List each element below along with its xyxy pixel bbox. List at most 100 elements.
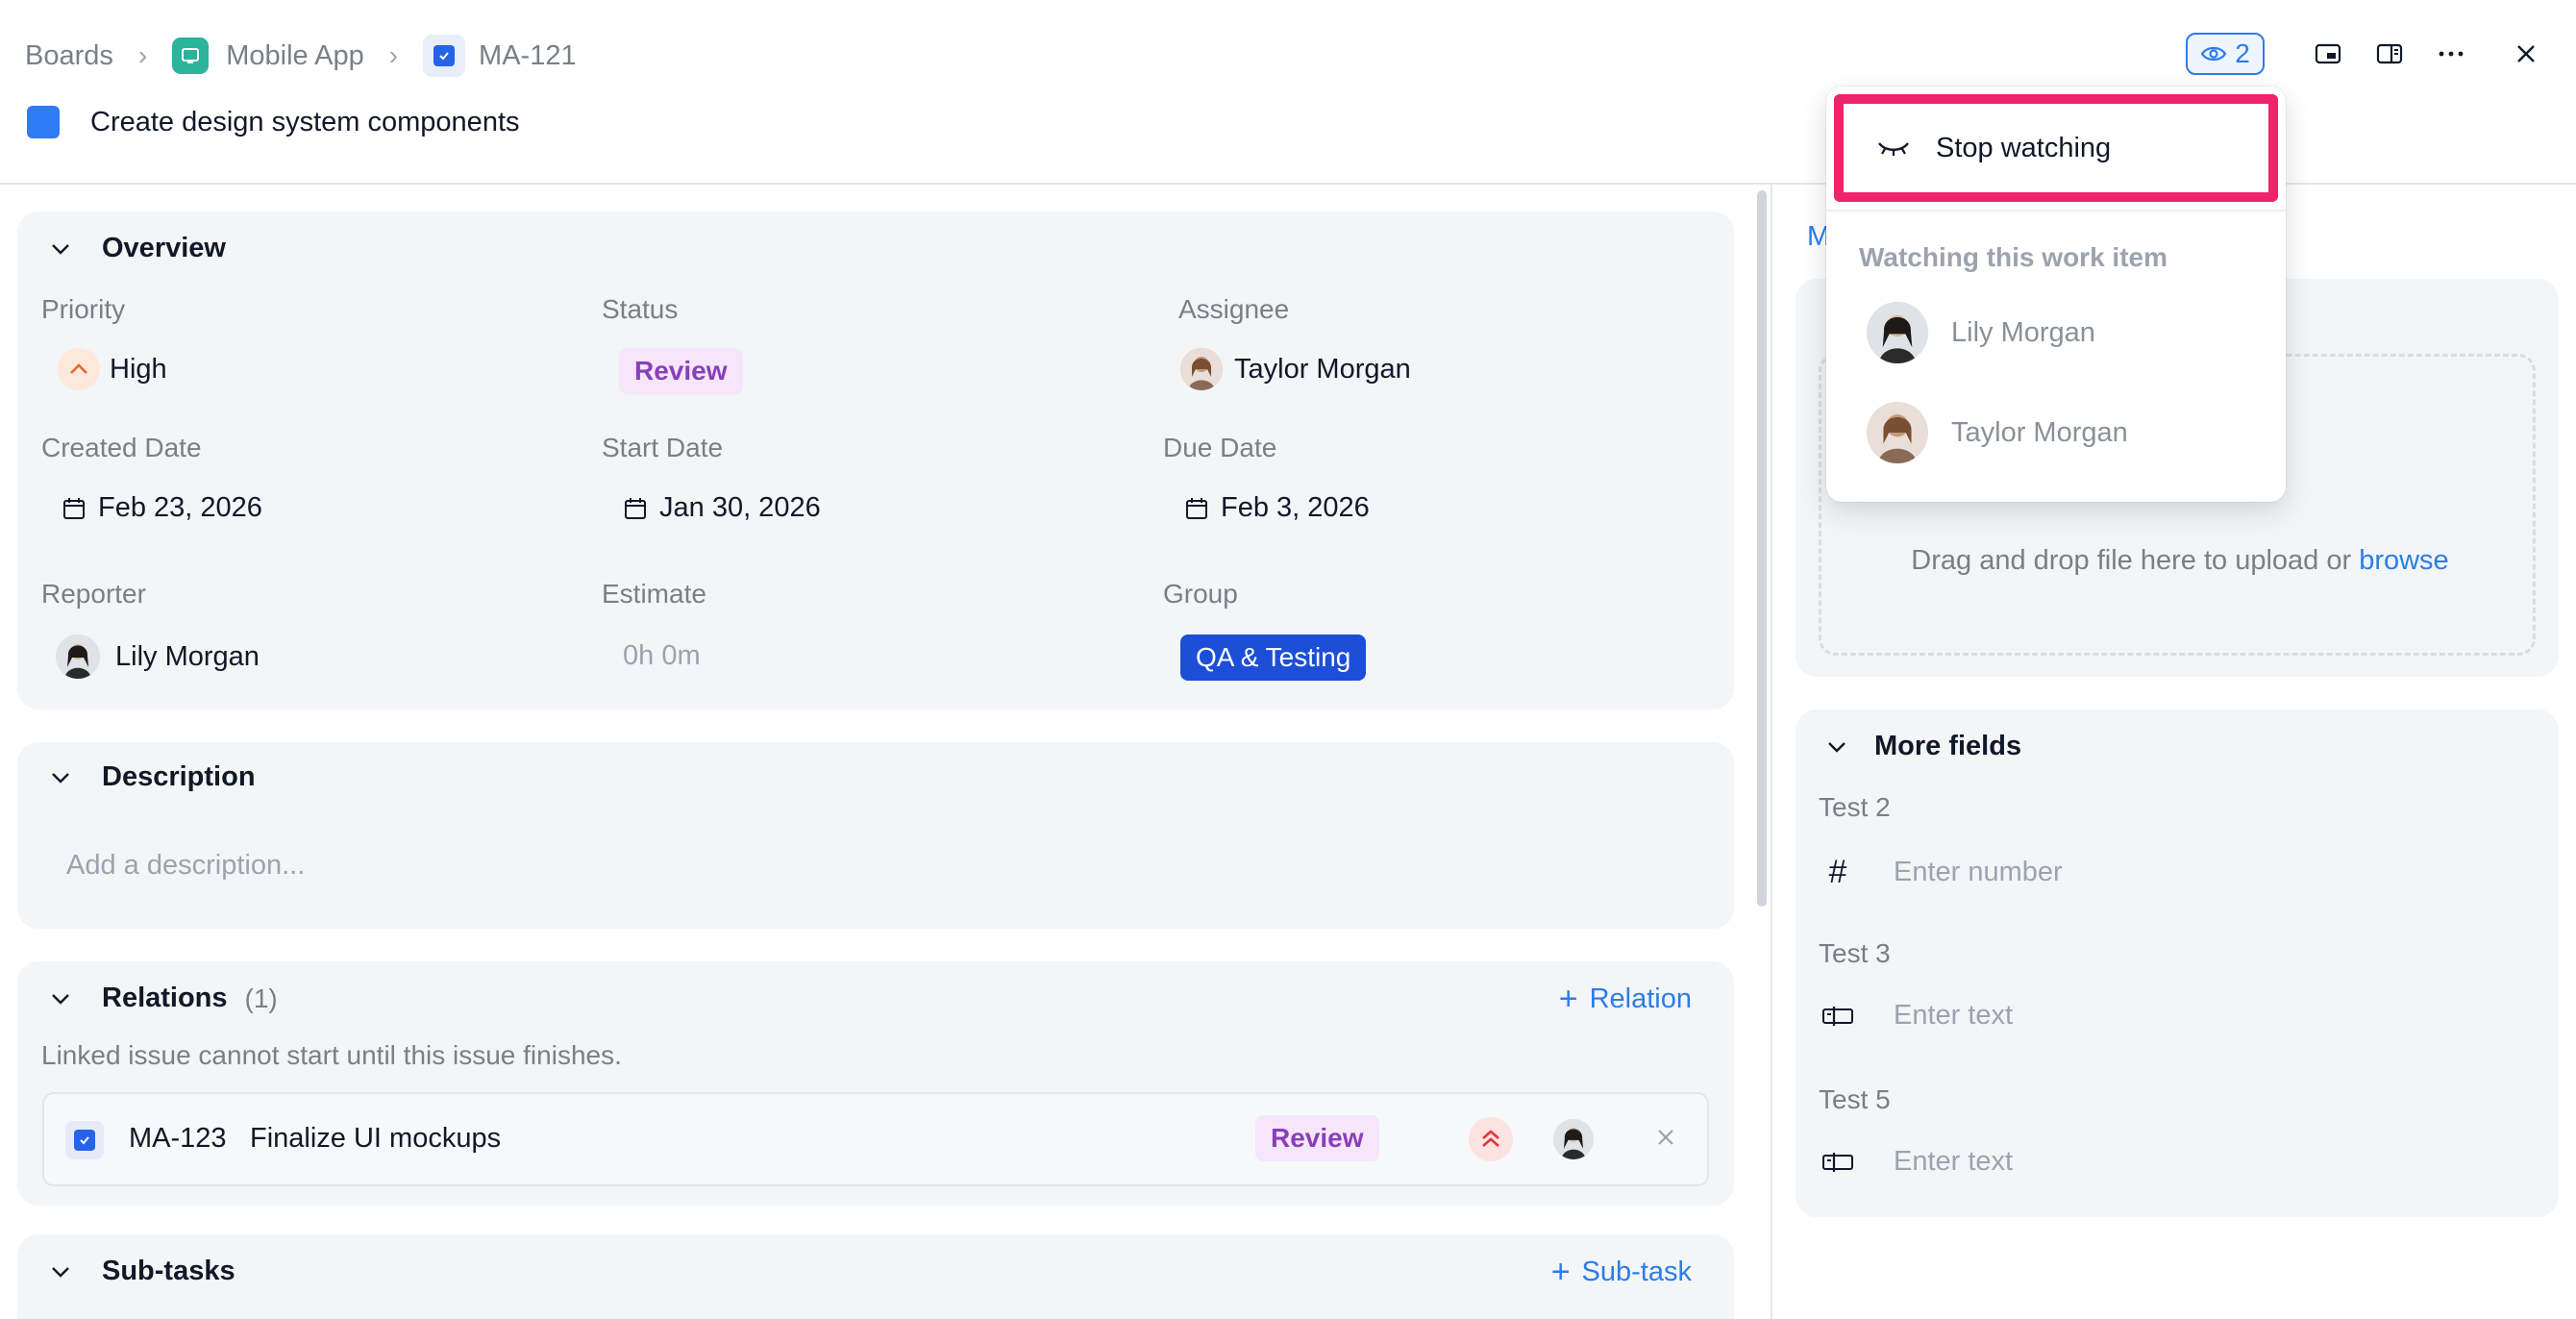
priority-urgent-icon[interactable]: [1469, 1117, 1513, 1161]
calendar-icon: [1186, 497, 1207, 519]
description-card: Description Add a description...: [17, 742, 1734, 929]
more-fields-card: More fields Test 2 # Enter number Test 3…: [1796, 709, 2559, 1217]
text-input[interactable]: Enter text: [1894, 1146, 2013, 1178]
eye-icon: [2200, 46, 2227, 62]
number-input[interactable]: Enter number: [1894, 857, 2063, 888]
created-date-value: Feb 23, 2026: [98, 492, 262, 523]
avatar: [1180, 348, 1223, 390]
project-app-icon: [172, 37, 210, 74]
description-input[interactable]: Add a description...: [66, 850, 305, 882]
created-date-label: Created Date: [41, 433, 202, 462]
overview-header[interactable]: Overview: [48, 233, 226, 264]
due-date-value: Feb 3, 2026: [1221, 492, 1370, 523]
avatar[interactable]: [1553, 1119, 1594, 1159]
task-title[interactable]: Create design system components: [90, 107, 520, 138]
start-date-field[interactable]: Jan 30, 2026: [623, 492, 821, 524]
watchers-count: 2: [2235, 38, 2250, 68]
text-field-icon: [1819, 1006, 1857, 1027]
overview-card: Overview Priority High Status Review Ass…: [17, 212, 1734, 709]
task-type-icon: [27, 106, 60, 138]
start-date-value: Jan 30, 2026: [659, 492, 821, 523]
chevron-down-icon: [1824, 734, 1849, 759]
plus-icon: +: [1550, 1254, 1571, 1290]
watchers-button[interactable]: 2: [2186, 33, 2265, 75]
group-badge: QA & Testing: [1180, 635, 1367, 681]
chevron-down-icon: [48, 236, 73, 261]
more-fields-header[interactable]: More fields: [1824, 731, 2021, 762]
reporter-value: Lily Morgan: [115, 640, 260, 672]
status-label: Status: [602, 294, 679, 324]
breadcrumb-project[interactable]: Mobile App: [172, 37, 364, 74]
text-field[interactable]: Enter text: [1819, 1000, 2013, 1032]
subtasks-title: Sub-tasks: [102, 1256, 235, 1286]
remove-relation-icon[interactable]: [1655, 1127, 1676, 1153]
browse-link[interactable]: browse: [2359, 545, 2449, 576]
breadcrumb-boards[interactable]: Boards: [25, 40, 113, 72]
header-actions: 2: [2186, 33, 2547, 75]
text-field-icon: [1819, 1152, 1857, 1173]
overview-title: Overview: [102, 233, 226, 263]
description-title: Description: [102, 761, 256, 792]
task-checkbox-icon: [423, 35, 466, 77]
start-date-label: Start Date: [602, 433, 724, 462]
group-field[interactable]: QA & Testing: [1180, 635, 1367, 681]
picture-in-picture-icon[interactable]: [2307, 33, 2349, 75]
reporter-label: Reporter: [41, 579, 146, 609]
add-relation-button[interactable]: + Relation: [1559, 983, 1692, 1015]
add-subtask-label: Sub-task: [1581, 1256, 1692, 1287]
chevron-down-icon: [48, 986, 73, 1011]
assignee-field[interactable]: Taylor Morgan: [1180, 348, 1411, 390]
avatar: [1867, 302, 1928, 363]
created-date-field[interactable]: Feb 23, 2026: [62, 492, 262, 524]
relations-title: Relations: [102, 983, 228, 1013]
stop-watching-button[interactable]: Stop watching: [1834, 94, 2278, 202]
text-field[interactable]: Enter text: [1819, 1146, 2013, 1178]
reporter-field[interactable]: Lily Morgan: [56, 635, 260, 679]
breadcrumb-separator-icon: ›: [137, 40, 148, 70]
due-date-field[interactable]: Feb 3, 2026: [1184, 492, 1370, 524]
estimate-field[interactable]: 0h 0m: [623, 640, 701, 672]
group-label: Group: [1163, 579, 1238, 609]
avatar: [56, 635, 100, 679]
priority-high-icon: [58, 348, 100, 390]
relations-header[interactable]: Relations (1): [48, 983, 278, 1014]
dropdown-divider: [1826, 210, 2286, 212]
watchers-dropdown: Stop watching Watching this work item Li…: [1826, 87, 2286, 502]
relation-item-title[interactable]: Finalize UI mockups: [250, 1123, 501, 1155]
breadcrumb-item-label: MA-121: [479, 39, 577, 71]
stop-watching-label: Stop watching: [1936, 132, 2112, 163]
add-subtask-button[interactable]: + Sub-task: [1551, 1256, 1692, 1288]
number-field[interactable]: # Enter number: [1819, 854, 2063, 891]
chevron-down-icon: [48, 765, 73, 790]
more-options-icon[interactable]: [2430, 33, 2472, 75]
watcher-item[interactable]: Taylor Morgan: [1867, 402, 2128, 463]
watchers-section-title: Watching this work item: [1859, 242, 2167, 272]
status-field[interactable]: Review: [619, 348, 743, 394]
eye-closed-icon: [1878, 142, 1909, 156]
upload-instructions: Drag and drop file here to upload or bro…: [1821, 545, 2539, 577]
scrollbar[interactable]: [1757, 190, 1767, 907]
priority-field[interactable]: High: [58, 348, 167, 390]
chevron-down-icon: [48, 1259, 73, 1284]
task-checkbox-icon: [65, 1121, 104, 1159]
add-relation-label: Relation: [1589, 983, 1692, 1014]
relation-status-badge[interactable]: Review: [1255, 1115, 1379, 1161]
relations-note: Linked issue cannot start until this iss…: [41, 1040, 622, 1070]
field-label: Test 5: [1819, 1084, 1891, 1114]
side-panel-icon[interactable]: [2368, 33, 2411, 75]
panel-divider: [1771, 185, 1772, 1319]
field-label: Test 2: [1819, 792, 1891, 822]
breadcrumb-separator-icon: ›: [388, 40, 399, 70]
more-fields-title: More fields: [1874, 731, 2022, 761]
subtasks-header[interactable]: Sub-tasks: [48, 1256, 235, 1287]
close-icon[interactable]: [2505, 33, 2547, 75]
breadcrumb-item[interactable]: MA-121: [423, 35, 577, 77]
task-title-row: Create design system components: [27, 106, 520, 138]
text-input[interactable]: Enter text: [1894, 1000, 2013, 1032]
description-header[interactable]: Description: [48, 761, 256, 793]
relation-item[interactable]: MA-123 Finalize UI mockups Review: [42, 1092, 1709, 1186]
relations-count: (1): [244, 983, 278, 1013]
breadcrumb-project-label: Mobile App: [226, 39, 364, 71]
watcher-item[interactable]: Lily Morgan: [1867, 302, 2095, 363]
assignee-label: Assignee: [1178, 294, 1290, 324]
